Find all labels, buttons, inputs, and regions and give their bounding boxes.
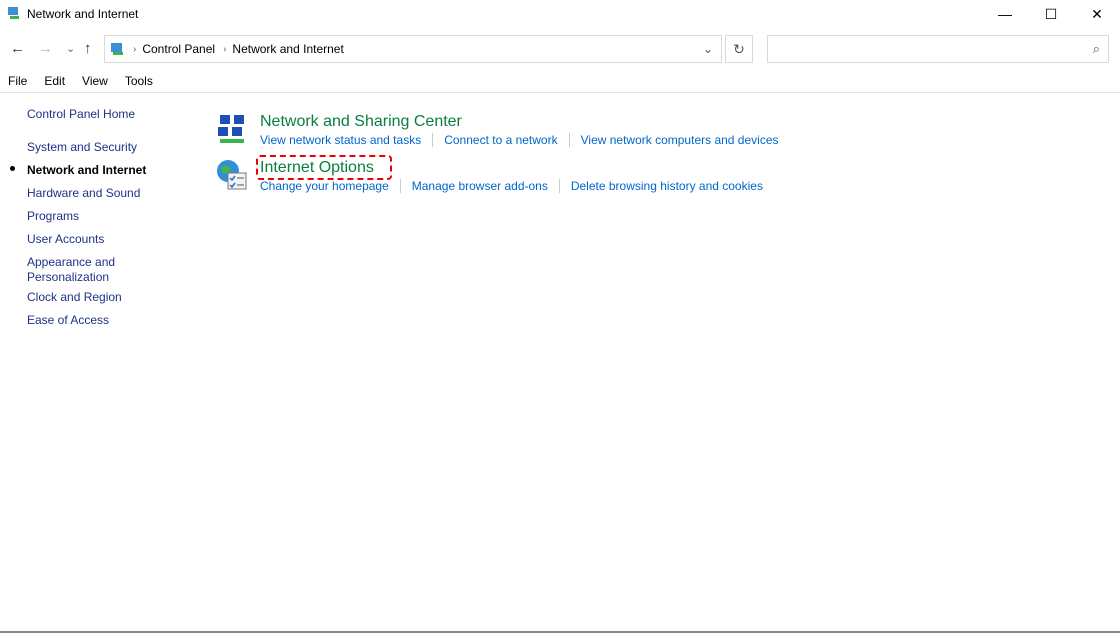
connect-network-link[interactable]: Connect to a network <box>444 133 557 147</box>
view-network-computers-link[interactable]: View network computers and devices <box>581 133 779 147</box>
menu-tools[interactable]: Tools <box>125 74 153 88</box>
search-input[interactable]: ⌕ <box>767 35 1109 63</box>
active-bullet <box>10 166 15 171</box>
change-homepage-link[interactable]: Change your homepage <box>260 179 389 193</box>
divider <box>0 92 1120 93</box>
refresh-button[interactable]: ↻ <box>725 35 753 63</box>
sidebar-item-home[interactable]: Control Panel Home <box>27 107 135 121</box>
sidebar-item-system-security[interactable]: System and Security <box>27 140 137 154</box>
minimize-button[interactable]: — <box>982 0 1028 28</box>
sidebar-item-appearance[interactable]: Appearance and Personalization <box>27 255 127 285</box>
sidebar-item-hardware-sound[interactable]: Hardware and Sound <box>27 186 140 200</box>
sidebar-item-network-internet[interactable]: Network and Internet <box>27 163 146 177</box>
network-folder-icon <box>8 7 19 19</box>
menu-file[interactable]: File <box>8 74 27 88</box>
sidebar-item-clock-region[interactable]: Clock and Region <box>27 290 122 304</box>
menu-view[interactable]: View <box>82 74 108 88</box>
address-bar[interactable]: › Control Panel › Network and Internet ⌄ <box>104 35 722 63</box>
breadcrumb-separator: › <box>133 43 137 55</box>
breadcrumb-control-panel[interactable]: Control Panel <box>142 42 215 56</box>
forward-button[interactable]: → <box>38 40 53 57</box>
sidebar-item-programs[interactable]: Programs <box>27 209 79 223</box>
network-sharing-center-icon <box>218 115 244 143</box>
breadcrumb-separator: › <box>223 43 227 55</box>
breadcrumb-network-and-internet[interactable]: Network and Internet <box>232 42 343 56</box>
delete-history-link[interactable]: Delete browsing history and cookies <box>571 179 763 193</box>
sidebar-item-ease-of-access[interactable]: Ease of Access <box>27 313 109 327</box>
menu-edit[interactable]: Edit <box>44 74 65 88</box>
network-folder-icon <box>111 43 123 55</box>
sidebar-item-user-accounts[interactable]: User Accounts <box>27 232 104 246</box>
network-sharing-center-link[interactable]: Network and Sharing Center <box>260 113 462 131</box>
menu-bar: File Edit View Tools <box>8 74 170 88</box>
maximize-button[interactable]: ☐ <box>1028 0 1074 28</box>
back-button[interactable]: ← <box>10 40 25 57</box>
close-button[interactable]: ✕ <box>1074 0 1120 28</box>
manage-addons-link[interactable]: Manage browser add-ons <box>412 179 548 193</box>
view-network-status-link[interactable]: View network status and tasks <box>260 133 421 147</box>
window-title: Network and Internet <box>27 7 139 21</box>
up-button[interactable]: ↑ <box>84 40 92 57</box>
recent-locations-button[interactable]: ⌄ <box>66 42 75 55</box>
internet-options-icon <box>217 160 247 190</box>
address-dropdown-icon[interactable]: ⌄ <box>703 42 713 56</box>
search-icon: ⌕ <box>1092 41 1100 56</box>
highlight-box <box>256 155 392 180</box>
